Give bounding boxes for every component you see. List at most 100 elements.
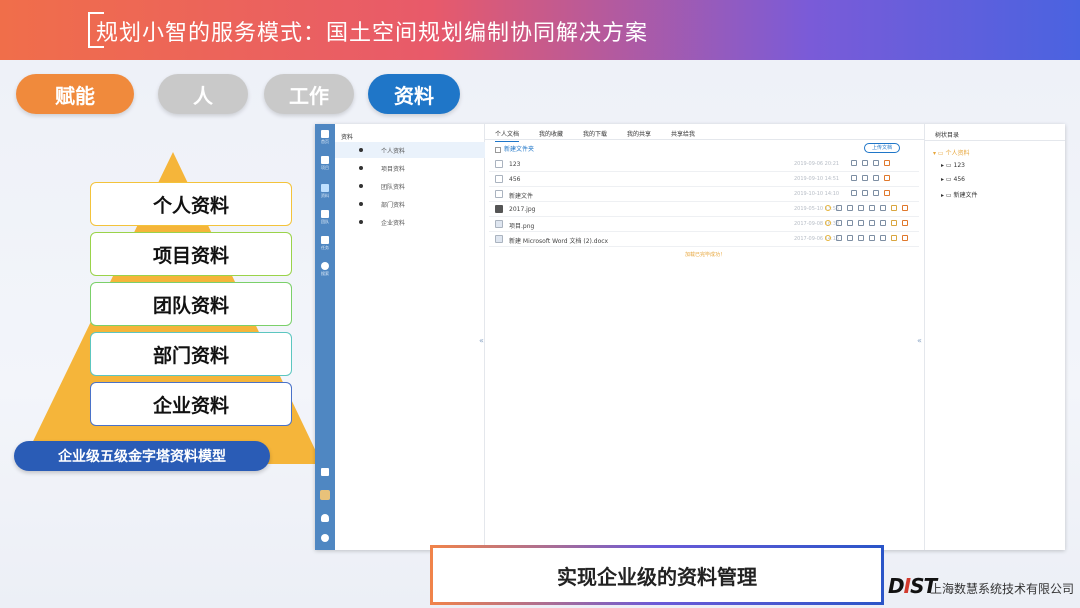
collapse-left-icon[interactable]: « [479, 336, 484, 345]
delete-icon[interactable] [902, 220, 908, 226]
rail-search[interactable]: 搜索 [315, 262, 335, 277]
tree-directory-header: 树状目录 [935, 132, 960, 139]
company-logo: DIST [888, 574, 937, 598]
file-row[interactable]: 项目.png 2017-09-08 16:38 [489, 217, 919, 232]
delete-icon[interactable] [902, 235, 908, 241]
move-icon[interactable] [869, 220, 875, 226]
collapse-right-icon[interactable]: « [917, 336, 922, 345]
tree-item-department[interactable]: 部门资料 [335, 196, 485, 212]
file-panel: 个人文档 我的收藏 我的下载 我的共享 共享给我 新建文件夹 上传文档 123 … [479, 124, 925, 550]
load-complete-text: 加载已完毕成功！ [684, 252, 725, 258]
share-icon[interactable] [873, 175, 879, 181]
file-tabs: 个人文档 我的收藏 我的下载 我的共享 共享给我 [485, 124, 925, 142]
row-actions [825, 220, 908, 226]
file-row[interactable]: 新建 Microsoft Word 文档 (2).docx 2017-09-06… [489, 232, 919, 247]
share-icon[interactable] [880, 220, 886, 226]
avatar [320, 490, 330, 500]
team-icon [321, 210, 329, 218]
tree-node[interactable]: ▸ ▭ 456 [941, 176, 965, 183]
download-icon[interactable] [836, 235, 842, 241]
folder-icon [495, 160, 503, 168]
move-icon[interactable] [862, 160, 868, 166]
preview-icon[interactable] [847, 220, 853, 226]
preview-icon[interactable] [847, 235, 853, 241]
share-icon[interactable] [880, 235, 886, 241]
nav-rail: 首页 项目 资料 团队 任务 搜索 [315, 124, 335, 550]
move-icon[interactable] [862, 190, 868, 196]
rename-icon[interactable] [858, 235, 864, 241]
rail-team[interactable]: 团队 [315, 210, 335, 225]
delete-icon[interactable] [884, 190, 890, 196]
layer-department: 部门资料 [90, 332, 292, 376]
tab-shared-with-me[interactable]: 共享给我 [671, 129, 695, 138]
rail-task[interactable]: 任务 [315, 236, 335, 251]
row-actions [851, 160, 890, 166]
rail-home[interactable]: 首页 [315, 130, 335, 145]
new-folder-button[interactable]: 新建文件夹 [495, 144, 534, 153]
rail-help[interactable] [315, 534, 335, 542]
delete-icon[interactable] [884, 160, 890, 166]
move-icon[interactable] [869, 205, 875, 211]
layer-personal: 个人资料 [90, 182, 292, 226]
file-row[interactable]: 2017.jpg 2019-05-10 13:55 [489, 202, 919, 217]
share-icon[interactable] [873, 190, 879, 196]
rail-bell[interactable] [315, 514, 335, 522]
share-icon[interactable] [880, 205, 886, 211]
tree-item-team[interactable]: 团队资料 [335, 178, 485, 194]
star-icon[interactable] [825, 235, 831, 241]
share-icon[interactable] [873, 160, 879, 166]
file-row[interactable]: 123 2019-09-06 20:21 [489, 157, 919, 172]
folder-icon [495, 190, 503, 198]
row-actions [825, 205, 908, 211]
rename-icon[interactable] [851, 175, 857, 181]
rename-icon[interactable] [858, 205, 864, 211]
home-icon [321, 130, 329, 138]
tree-item-project[interactable]: 项目资料 [335, 160, 485, 176]
download-icon[interactable] [836, 220, 842, 226]
star-icon[interactable] [825, 205, 831, 211]
delete-icon[interactable] [884, 175, 890, 181]
rail-project[interactable]: 项目 [315, 156, 335, 171]
tree-node[interactable]: ▸ ▭ 新建文件 [941, 190, 978, 199]
tree-node-root[interactable]: ▾ ▭ 个人资料 [933, 148, 970, 157]
folder-icon [321, 184, 329, 192]
new-folder-icon [495, 146, 501, 153]
tree-directory-panel: 树状目录 ▾ ▭ 个人资料 ▸ ▭ 123 ▸ ▭ 456 ▸ ▭ 新建文件 [925, 124, 1065, 550]
grid-icon [321, 156, 329, 164]
image-file-icon [495, 220, 503, 228]
rename-icon[interactable] [851, 190, 857, 196]
file-row[interactable]: 新建文件 2019-10-10 14:10 [489, 187, 919, 202]
star-icon[interactable] [825, 220, 831, 226]
rename-icon[interactable] [858, 220, 864, 226]
file-row[interactable]: 456 2019-09-10 14:51 [489, 172, 919, 187]
tab-my-shares[interactable]: 我的共享 [627, 129, 651, 138]
tab-personal-docs[interactable]: 个人文档 [495, 129, 520, 142]
rail-materials[interactable]: 资料 [315, 184, 335, 199]
layer-project: 项目资料 [90, 232, 292, 276]
upload-button[interactable]: 上传文档 [864, 143, 900, 153]
delete-icon[interactable] [902, 205, 908, 211]
layer-team: 团队资料 [90, 282, 292, 326]
rail-avatar[interactable] [315, 490, 335, 500]
folder-icon [495, 175, 503, 183]
tree-item-personal[interactable]: 个人资料 [335, 142, 485, 158]
move-icon[interactable] [869, 235, 875, 241]
company-name: 上海数慧系统技术有限公司 [930, 582, 1075, 596]
upload-version-icon[interactable] [891, 205, 897, 211]
download-icon[interactable] [836, 205, 842, 211]
preview-icon[interactable] [847, 205, 853, 211]
move-icon[interactable] [862, 175, 868, 181]
rename-icon[interactable] [851, 160, 857, 166]
layer-enterprise: 企业资料 [90, 382, 292, 426]
upload-version-icon[interactable] [891, 220, 897, 226]
tree-node[interactable]: ▸ ▭ 123 [941, 162, 965, 169]
pyramid-model-label: 企业级五级金字塔资料模型 [14, 441, 270, 471]
tab-downloads[interactable]: 我的下载 [583, 129, 607, 138]
tree-item-enterprise[interactable]: 企业资料 [335, 214, 485, 230]
search-icon [321, 262, 329, 270]
tab-favorites[interactable]: 我的收藏 [539, 129, 563, 138]
upload-version-icon[interactable] [891, 235, 897, 241]
row-actions [825, 235, 908, 241]
rail-org[interactable] [315, 468, 335, 476]
image-file-icon [495, 205, 503, 213]
